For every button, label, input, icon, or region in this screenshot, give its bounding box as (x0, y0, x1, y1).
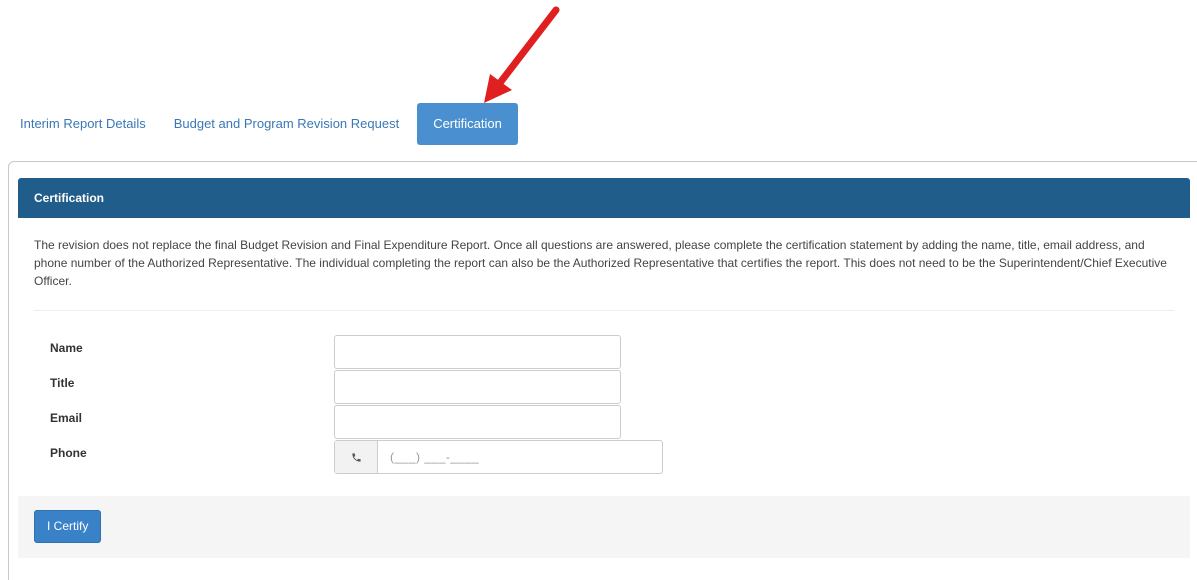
certification-form: Name Title Email Phone (___) ___-____ (18, 311, 1190, 474)
tab-certification[interactable]: Certification (417, 103, 518, 145)
title-label: Title (50, 376, 75, 390)
form-row-phone: Phone (___) ___-____ (18, 440, 1190, 480)
card-footer: I Certify (18, 496, 1190, 558)
phone-icon (335, 441, 378, 473)
tab-budget-and-program-revision-request[interactable]: Budget and Program Revision Request (160, 103, 413, 145)
page: Interim Report Details Budget and Progra… (0, 0, 1197, 580)
email-label: Email (50, 411, 83, 425)
title-input[interactable] (334, 370, 621, 404)
tab-bar: Interim Report Details Budget and Progra… (20, 103, 518, 145)
tab-interim-report-details[interactable]: Interim Report Details (20, 103, 160, 145)
phone-input[interactable]: (___) ___-____ (378, 441, 662, 473)
email-input[interactable] (334, 405, 621, 439)
i-certify-button[interactable]: I Certify (34, 510, 102, 543)
card-header-title: Certification (18, 178, 1190, 218)
certification-card: Certification The revision does not repl… (18, 178, 1190, 558)
name-label: Name (50, 341, 83, 355)
red-arrow-annotation (484, 6, 560, 103)
name-input[interactable] (334, 335, 621, 369)
certification-description: The revision does not replace the final … (34, 238, 1167, 288)
phone-input-group: (___) ___-____ (334, 440, 663, 474)
phone-label: Phone (50, 446, 87, 460)
phone-icon-glyph (351, 452, 361, 462)
